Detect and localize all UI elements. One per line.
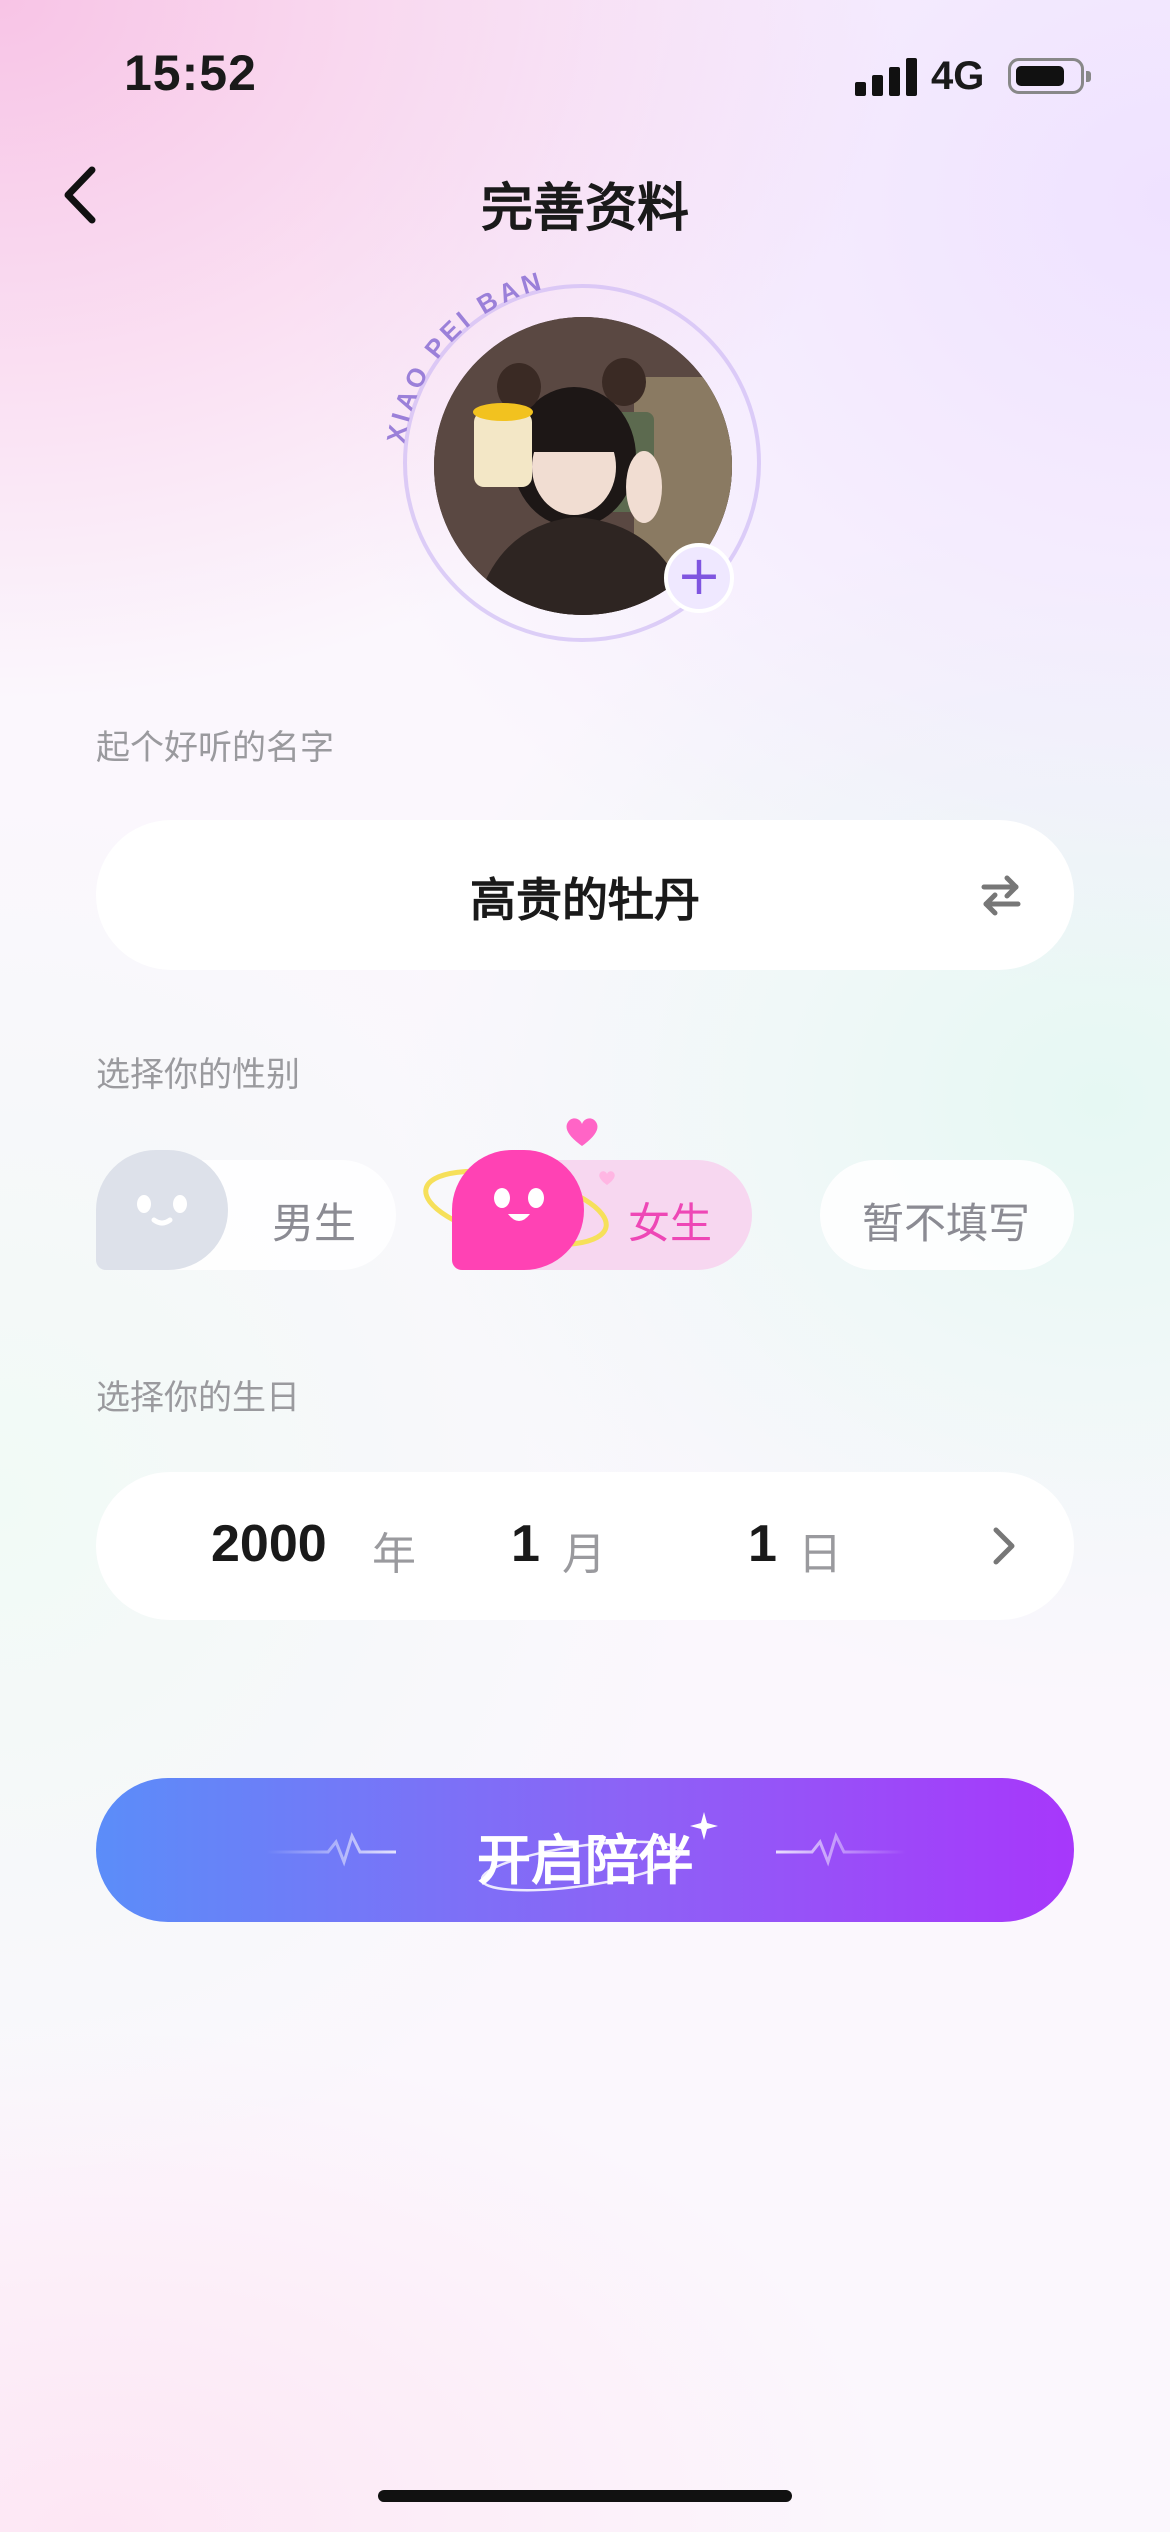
name-section-label: 起个好听的名字 xyxy=(96,728,334,768)
birthday-day: 1 xyxy=(748,1515,777,1573)
male-face-icon xyxy=(96,1150,228,1270)
heart-icon xyxy=(566,1118,598,1146)
avatar-picker[interactable]: XIAO PEI BAN + xyxy=(381,265,769,650)
gender-label-male: 男生 xyxy=(272,1199,357,1248)
birthday-day-unit: 日 xyxy=(798,1529,842,1580)
add-avatar-button[interactable]: + xyxy=(664,543,734,613)
sparkle-icon xyxy=(690,1812,718,1840)
birthday-section-label: 选择你的生日 xyxy=(96,1378,300,1418)
status-time: 15:52 xyxy=(124,45,257,101)
birthday-year-unit: 年 xyxy=(372,1529,416,1580)
plus-icon: + xyxy=(676,544,722,607)
gender-label-skip: 暂不填写 xyxy=(862,1199,1031,1248)
name-input[interactable]: 高贵的牡丹 xyxy=(96,820,1074,970)
birthday-month-unit: 月 xyxy=(562,1529,606,1580)
small-heart-icon xyxy=(599,1171,615,1185)
female-face-icon xyxy=(452,1150,584,1270)
start-companion-button[interactable]: 开启陪伴 xyxy=(96,1778,1074,1922)
start-button-label: 开启陪伴 xyxy=(477,1829,693,1892)
gender-label-female: 女生 xyxy=(628,1199,713,1248)
swap-arrows-icon xyxy=(981,875,1021,916)
name-value: 高贵的牡丹 xyxy=(470,873,700,927)
gender-option-skip[interactable]: 暂不填写 xyxy=(820,1160,1074,1270)
birthday-picker[interactable]: 2000 年 1 月 1 日 xyxy=(96,1472,1074,1620)
home-indicator[interactable] xyxy=(378,2490,792,2502)
birthday-month: 1 xyxy=(511,1515,540,1573)
network-label: 4G xyxy=(931,54,985,98)
chevron-right-icon xyxy=(993,1527,1015,1565)
gender-option-male[interactable]: 男生 xyxy=(96,1150,396,1270)
birthday-year: 2000 xyxy=(211,1515,327,1573)
signal-icon xyxy=(855,58,917,96)
shuffle-name-button[interactable] xyxy=(978,872,1024,918)
gender-section-label: 选择你的性别 xyxy=(96,1055,300,1095)
gender-option-female[interactable]: 女生 xyxy=(423,1118,752,1270)
page-title: 完善资料 xyxy=(480,179,689,239)
battery-icon xyxy=(1008,58,1091,94)
